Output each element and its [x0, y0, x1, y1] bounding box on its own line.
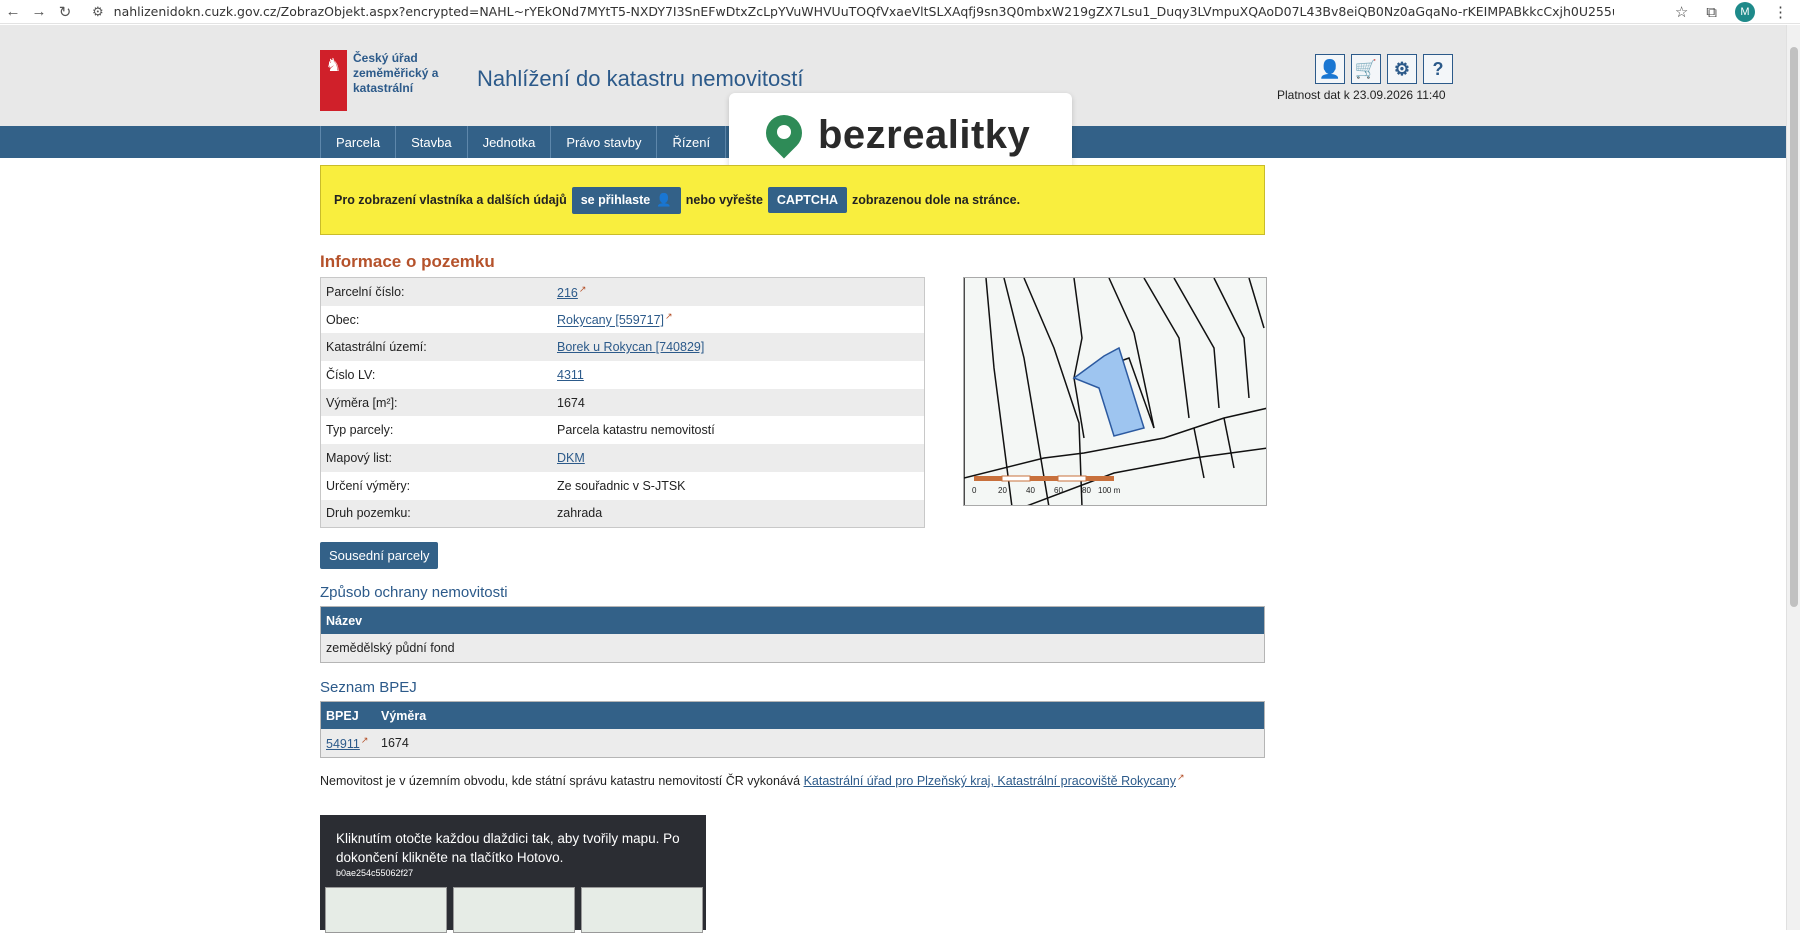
office-note: Nemovitost je v územním obvodu, kde stát… [320, 772, 1185, 788]
table-header: Název [321, 607, 1264, 634]
parcel-info-table: Parcelní číslo: 216↗ Obec: Rokycany [559… [320, 277, 925, 529]
settings-icon[interactable]: ⚙ [1387, 54, 1417, 84]
location-pin-icon [758, 107, 810, 158]
scale-label: 40 [1026, 486, 1035, 495]
row-label: Mapový list: [326, 450, 392, 465]
notice-text-3: zobrazenou dole na stránce. [852, 193, 1021, 207]
table-row: zemědělský půdní fond [321, 634, 1264, 662]
parcel-number-link[interactable]: 216 [557, 286, 578, 300]
address-bar[interactable]: nahlizenidokn.cuzk.gov.cz/ZobrazObjekt.a… [114, 4, 1614, 19]
bpej-code-link[interactable]: 54911 [326, 737, 360, 751]
external-link-icon: ↗ [578, 283, 587, 294]
row-label: Katastrální území: [326, 340, 427, 355]
brand-name: bezrealitky [818, 113, 1031, 157]
table-row: 54911↗ 1674 [321, 729, 1264, 757]
ochrana-heading: Způsob ochrany nemovitosti [320, 584, 508, 601]
external-link-icon: ↗ [665, 311, 673, 322]
user-icon[interactable]: 👤 [1315, 54, 1345, 84]
ochrana-table: Název zemědělský půdní fond [320, 606, 1265, 663]
captcha-code: b0ae254c55062f27 [336, 868, 414, 878]
mapovy-list-link[interactable]: DKM [557, 451, 585, 465]
bpej-table: BPEJ Výměra 54911↗ 1674 [320, 701, 1265, 758]
table-row: Druh pozemku: zahrada [321, 499, 924, 528]
lion-icon: ♞ [325, 55, 342, 75]
row-label: Druh pozemku: [326, 506, 411, 521]
table-row: Výměra [m²]: 1674 [321, 388, 924, 417]
notice-text-2: nebo vyřešte [685, 193, 763, 207]
captcha-widget: Kliknutím otočte každou dlaždici tak, ab… [320, 815, 706, 933]
vymera-value: 1674 [557, 395, 585, 410]
column-header: Výměra [381, 708, 427, 723]
site-info-icon[interactable]: ⚙ [92, 4, 104, 20]
captcha-tile[interactable] [325, 887, 447, 933]
bookmark-star-icon[interactable]: ☆ [1675, 3, 1688, 21]
row-label: Parcelní číslo: [326, 284, 405, 299]
cart-icon[interactable]: 🛒 [1351, 54, 1381, 84]
druh-pozemku-value: zahrada [557, 506, 603, 521]
office-link[interactable]: Katastrální úřad pro Plzeňský kraj, Kata… [804, 774, 1176, 788]
table-row: Katastrální území: Borek u Rokycan [7408… [321, 333, 924, 362]
nav-pravo-stavby[interactable]: Právo stavby [550, 126, 656, 158]
row-label: Obec: [326, 312, 360, 327]
reload-icon[interactable]: ↻ [52, 3, 78, 21]
row-label: Určení výměry: [326, 478, 411, 493]
captcha-tile[interactable] [581, 887, 703, 933]
external-link-icon: ↗ [360, 734, 369, 745]
captcha-instruction: Kliknutím otočte každou dlaždici tak, ab… [336, 831, 680, 865]
site-title[interactable]: Nahlížení do katastru nemovitostí [477, 66, 804, 92]
lv-link[interactable]: 4311 [557, 368, 584, 382]
info-heading: Informace o pozemku [320, 252, 495, 271]
captcha-tile[interactable] [453, 887, 575, 933]
table-row: Číslo LV: 4311 [321, 361, 924, 389]
scale-label: 20 [998, 486, 1007, 495]
login-button[interactable]: se přihlaste 👤 [571, 186, 681, 214]
nav-rizeni[interactable]: Řízení [656, 126, 725, 158]
logo-text[interactable]: Český úřad zeměměřický a katastrální [353, 51, 443, 96]
row-label: Typ parcely: [326, 423, 394, 438]
browser-toolbar: ← → ↻ ⚙ nahlizenidokn.cuzk.gov.cz/Zobraz… [0, 0, 1800, 24]
table-row: Parcelní číslo: 216↗ [321, 278, 924, 306]
captcha-button[interactable]: CAPTCHA [767, 187, 848, 213]
nav-jednotka[interactable]: Jednotka [466, 126, 551, 158]
login-button-label: se přihlaste [580, 193, 651, 207]
table-header: BPEJ Výměra [321, 702, 1264, 729]
ochrana-value: zemědělský půdní fond [326, 641, 455, 655]
row-label: Číslo LV: [326, 367, 376, 382]
data-validity: Platnost dat k 23.09.2026 11:40 [1277, 88, 1446, 102]
row-label: Výměra [m²]: [326, 395, 398, 410]
user-icon: 👤 [656, 192, 672, 207]
external-link-icon: ↗ [1176, 772, 1185, 782]
urceni-vymery-value: Ze souřadnic v S-JTSK [557, 478, 686, 493]
obec-link[interactable]: Rokycany [559717] [557, 314, 664, 328]
help-icon[interactable]: ? [1423, 54, 1453, 84]
column-header: BPEJ [326, 708, 359, 723]
bpej-heading: Seznam BPEJ [320, 679, 417, 696]
scale-label: 0 [972, 486, 977, 495]
table-row: Mapový list: DKM [321, 444, 924, 472]
table-row: Obec: Rokycany [559717]↗ [321, 305, 924, 334]
katastralni-uzemi-link[interactable]: Borek u Rokycan [740829] [557, 340, 704, 354]
office-note-text: Nemovitost je v územním obvodu, kde stát… [320, 774, 801, 789]
table-row: Typ parcely: Parcela katastru nemovitost… [321, 416, 924, 445]
scale-label: 60 [1054, 486, 1063, 495]
column-header: Název [326, 613, 363, 628]
profile-avatar[interactable]: M [1735, 2, 1755, 22]
menu-icon[interactable]: ⋮ [1773, 3, 1788, 21]
nav-parcela[interactable]: Parcela [320, 126, 395, 158]
bpej-area: 1674 [381, 736, 409, 750]
login-notice: Pro zobrazení vlastníka a dalších údajů … [320, 165, 1265, 235]
extensions-icon[interactable]: ⧉ [1706, 4, 1717, 21]
parcel-map[interactable]: 0 20 40 60 80 100 m [963, 277, 1267, 506]
scrollbar-thumb[interactable] [1790, 47, 1798, 607]
scale-label: 100 m [1098, 486, 1121, 495]
sousedni-parcely-button[interactable]: Sousední parcely [320, 542, 439, 569]
table-row: Určení výměry: Ze souřadnic v S-JTSK [321, 471, 924, 500]
scale-label: 80 [1082, 486, 1091, 495]
typ-parcely-value: Parcela katastru nemovitostí [557, 423, 715, 438]
back-icon[interactable]: ← [0, 3, 26, 20]
forward-icon[interactable]: → [26, 3, 52, 20]
page-scrollbar[interactable] [1786, 25, 1800, 930]
notice-text-1: Pro zobrazení vlastníka a dalších údajů [334, 193, 567, 207]
nav-stavba[interactable]: Stavba [395, 126, 466, 158]
